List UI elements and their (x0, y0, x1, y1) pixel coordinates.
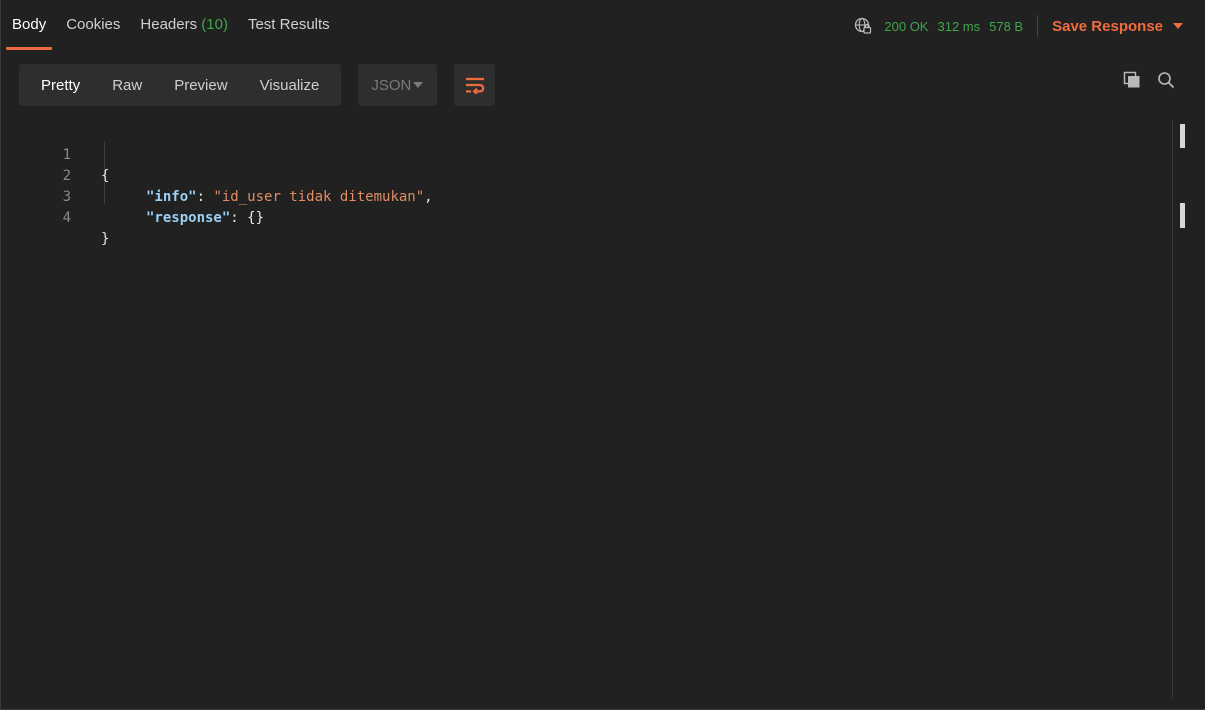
response-panel: Body Cookies Headers (10) Test Results 2… (0, 0, 1205, 710)
chevron-down-icon (1173, 23, 1183, 29)
code-line: 3 "response": {} (1, 166, 701, 226)
json-empty-object: {} (247, 210, 265, 226)
save-response-button[interactable]: Save Response (1052, 18, 1183, 35)
divider (1037, 15, 1039, 37)
json-key: "response" (146, 210, 231, 226)
wrap-lines-icon (464, 76, 486, 94)
headers-count: (10) (201, 16, 228, 33)
tab-test-results-label: Test Results (247, 16, 330, 33)
scrollbar-marker[interactable] (1180, 124, 1185, 148)
response-size[interactable]: 578 B (989, 19, 1023, 34)
json-colon: : (230, 210, 248, 226)
view-preview-button[interactable]: Preview (158, 64, 243, 106)
tab-body-label: Body (12, 16, 47, 33)
tab-headers[interactable]: Headers (10) (140, 0, 228, 36)
wrap-lines-button[interactable] (454, 64, 496, 106)
code-line: 2 "info": "id_user tidak ditemukan", (1, 145, 701, 205)
status-code[interactable]: 200 OK (884, 19, 928, 34)
format-toolbar: Pretty Raw Preview Visualize JSON (19, 64, 496, 106)
view-pretty-button[interactable]: Pretty (25, 64, 96, 106)
close-brace: } (101, 231, 110, 247)
code-content: "response": {} (146, 208, 264, 229)
search-icon[interactable] (1157, 71, 1175, 89)
response-meta: 200 OK 312 ms 578 B Save Response (854, 15, 1183, 37)
code-line: 4 } (1, 187, 601, 247)
tab-test-results[interactable]: Test Results (248, 0, 330, 36)
response-time[interactable]: 312 ms (937, 19, 980, 34)
body-actions (1107, 71, 1175, 89)
tab-body[interactable]: Body (5, 0, 53, 50)
response-tab-bar: Body Cookies Headers (10) Test Results 2… (1, 0, 1205, 52)
response-body-editor[interactable]: 1 { 2 "info": "id_user tidak ditemukan",… (1, 120, 1205, 709)
scrollbar-marker[interactable] (1180, 203, 1185, 228)
language-select-value: JSON (371, 76, 412, 94)
chevron-down-icon (413, 82, 424, 88)
copy-icon[interactable] (1123, 71, 1141, 89)
view-raw-button[interactable]: Raw (96, 64, 158, 106)
tab-headers-label: Headers (140, 16, 198, 33)
line-number: 4 (62, 210, 71, 226)
view-mode-group: Pretty Raw Preview Visualize (19, 64, 342, 106)
globe-lock-icon[interactable] (854, 17, 872, 35)
save-response-label: Save Response (1052, 17, 1163, 35)
code-line: 1 { (1, 124, 601, 184)
language-select[interactable]: JSON (358, 64, 438, 106)
scrollbar-track[interactable] (1172, 120, 1173, 699)
tab-cookies[interactable]: Cookies (66, 0, 120, 36)
tab-cookies-label: Cookies (66, 16, 121, 33)
view-visualize-button[interactable]: Visualize (244, 64, 336, 106)
